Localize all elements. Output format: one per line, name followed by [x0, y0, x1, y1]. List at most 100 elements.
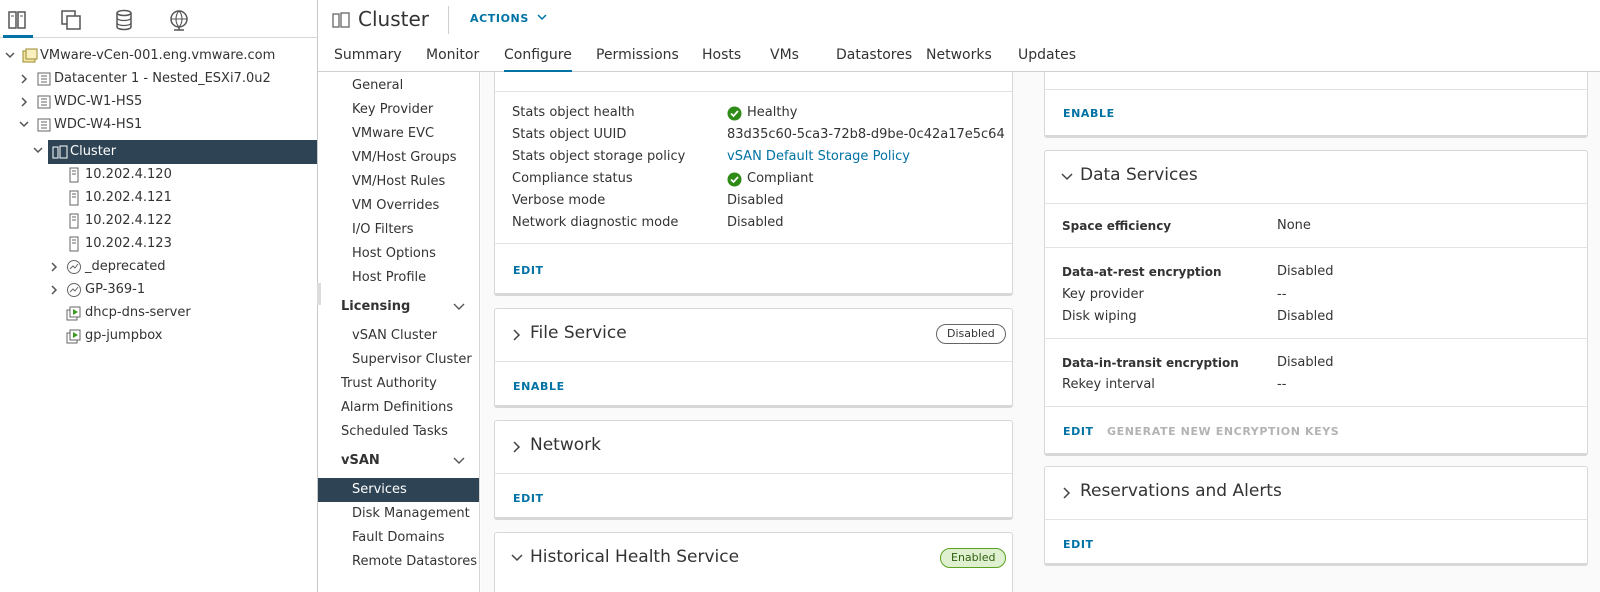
tab-monitor[interactable]: Monitor: [426, 47, 479, 72]
nav-group-vsan[interactable]: vSAN: [318, 449, 479, 473]
nav-supervisor-cluster[interactable]: Supervisor Cluster: [318, 348, 479, 372]
storage-icon[interactable]: [109, 4, 139, 38]
vm-powered-on-icon: [66, 328, 82, 344]
tree-node-host[interactable]: 10.202.4.120: [0, 164, 316, 186]
stats-policy-label: Stats object storage policy: [512, 149, 686, 164]
nav-trust-authority[interactable]: Trust Authority: [318, 372, 479, 396]
tree-node-resource-pool[interactable]: GP-369-1: [0, 279, 316, 301]
nav-general[interactable]: General: [318, 74, 479, 98]
chevron-down-icon[interactable]: [32, 140, 46, 162]
nav-host-profile[interactable]: Host Profile: [318, 266, 479, 290]
nav-services[interactable]: Services: [318, 478, 479, 502]
stats-health-label: Stats object health: [512, 105, 635, 120]
status-badge: Enabled: [940, 548, 1007, 568]
storage-policy-link[interactable]: vSAN Default Storage Policy: [727, 149, 910, 164]
disk-wiping-label: Disk wiping: [1062, 309, 1137, 324]
nav-vm-host-rules[interactable]: VM/Host Rules: [318, 170, 479, 194]
edit-button[interactable]: EDIT: [513, 492, 544, 505]
tab-networks[interactable]: Networks: [926, 47, 992, 72]
networking-icon[interactable]: [164, 4, 194, 38]
edit-button[interactable]: EDIT: [1063, 425, 1094, 438]
enable-button[interactable]: ENABLE: [513, 380, 565, 393]
tab-hosts[interactable]: Hosts: [702, 47, 741, 72]
tree-node-datacenter-2[interactable]: WDC-W1-HS5: [0, 91, 316, 113]
nav-fault-domains[interactable]: Fault Domains: [318, 526, 479, 550]
tree-node-vcenter[interactable]: VMware-vCen-001.eng.vmware.com: [0, 45, 316, 67]
tab-datastores[interactable]: Datastores: [836, 47, 912, 72]
tree-node-vm[interactable]: gp-jumpbox: [0, 325, 316, 347]
nav-group-licensing[interactable]: Licensing: [318, 295, 479, 319]
edit-button[interactable]: EDIT: [1063, 538, 1094, 551]
tree-label: _deprecated: [85, 259, 166, 274]
divider: [495, 361, 1012, 362]
space-efficiency-value: None: [1277, 218, 1311, 233]
tree-label: gp-jumpbox: [85, 328, 163, 343]
actions-label: ACTIONS: [470, 12, 529, 25]
nav-vmware-evc[interactable]: VMware EVC: [318, 122, 479, 146]
card-title: File Service: [530, 323, 627, 343]
services-content: Stats object health Healthy Stats object…: [481, 72, 1600, 592]
historical-health-card: Historical Health Service Enabled: [494, 532, 1013, 592]
check-circle-icon: [727, 172, 742, 191]
compliance-value: Compliant: [747, 171, 814, 186]
tree-node-cluster[interactable]: Cluster: [33, 140, 317, 164]
tree-node-vm[interactable]: dhcp-dns-server: [0, 302, 316, 324]
nav-remote-datastores[interactable]: Remote Datastores: [318, 550, 479, 574]
divider: [1045, 338, 1587, 339]
vms-and-templates-icon[interactable]: [56, 4, 86, 38]
data-at-rest-value: Disabled: [1277, 264, 1334, 279]
divider: [1045, 406, 1587, 407]
tree-node-host[interactable]: 10.202.4.123: [0, 233, 316, 255]
network-diag-label: Network diagnostic mode: [512, 215, 679, 230]
tree-node-host[interactable]: 10.202.4.122: [0, 210, 316, 232]
chevron-right-icon[interactable]: [18, 68, 32, 90]
chevron-right-icon[interactable]: [48, 279, 62, 301]
tab-configure[interactable]: Configure: [504, 47, 572, 72]
host-icon: [66, 167, 82, 183]
nav-vsan-cluster[interactable]: vSAN Cluster: [318, 324, 479, 348]
resource-pool-icon: [66, 282, 82, 298]
nav-vm-host-groups[interactable]: VM/Host Groups: [318, 146, 479, 170]
chevron-right-icon[interactable]: [18, 91, 32, 113]
chevron-right-icon[interactable]: [48, 256, 62, 278]
tree-node-host[interactable]: 10.202.4.121: [0, 187, 316, 209]
chevron-down-icon[interactable]: [18, 114, 32, 136]
chevron-down-icon[interactable]: [4, 45, 18, 67]
nav-host-options[interactable]: Host Options: [318, 242, 479, 266]
network-card: Network EDIT: [494, 420, 1013, 520]
chevron-right-icon[interactable]: [512, 440, 522, 454]
hosts-and-clusters-icon[interactable]: [3, 4, 33, 38]
cluster-icon: [332, 11, 350, 33]
tree-label: GP-369-1: [85, 282, 146, 297]
chevron-right-icon[interactable]: [512, 328, 522, 342]
host-icon: [66, 236, 82, 252]
nav-alarm-definitions[interactable]: Alarm Definitions: [318, 396, 479, 420]
tree-node-datacenter-3[interactable]: WDC-W4-HS1: [0, 114, 316, 136]
nav-io-filters[interactable]: I/O Filters: [318, 218, 479, 242]
actions-menu-button[interactable]: ACTIONS: [470, 12, 547, 25]
data-in-transit-value: Disabled: [1277, 355, 1334, 370]
stats-uuid-label: Stats object UUID: [512, 127, 627, 142]
host-icon: [66, 213, 82, 229]
chevron-down-icon[interactable]: [1060, 172, 1074, 182]
tab-vms[interactable]: VMs: [770, 47, 799, 72]
chevron-right-icon[interactable]: [1062, 486, 1072, 500]
tree-node-resource-pool[interactable]: _deprecated: [0, 256, 316, 278]
tree-label: Cluster: [70, 144, 117, 159]
nav-key-provider[interactable]: Key Provider: [318, 98, 479, 122]
card-title: Network: [530, 435, 601, 455]
nav-disk-management[interactable]: Disk Management: [318, 502, 479, 526]
chevron-down-icon[interactable]: [510, 553, 524, 563]
enable-button[interactable]: ENABLE: [1063, 107, 1115, 120]
divider: [1045, 203, 1587, 204]
card-title: Data Services: [1080, 165, 1198, 185]
edit-button[interactable]: EDIT: [513, 264, 544, 277]
nav-scheduled-tasks[interactable]: Scheduled Tasks: [318, 420, 479, 444]
generate-keys-button[interactable]: GENERATE NEW ENCRYPTION KEYS: [1107, 425, 1339, 438]
nav-vm-overrides[interactable]: VM Overrides: [318, 194, 479, 218]
tab-updates[interactable]: Updates: [1018, 47, 1076, 72]
tree-node-datacenter-1[interactable]: Datacenter 1 - Nested_ESXi7.0u2: [0, 68, 316, 90]
cluster-icon: [52, 144, 68, 160]
tab-permissions[interactable]: Permissions: [596, 47, 679, 72]
tab-summary[interactable]: Summary: [334, 47, 402, 72]
